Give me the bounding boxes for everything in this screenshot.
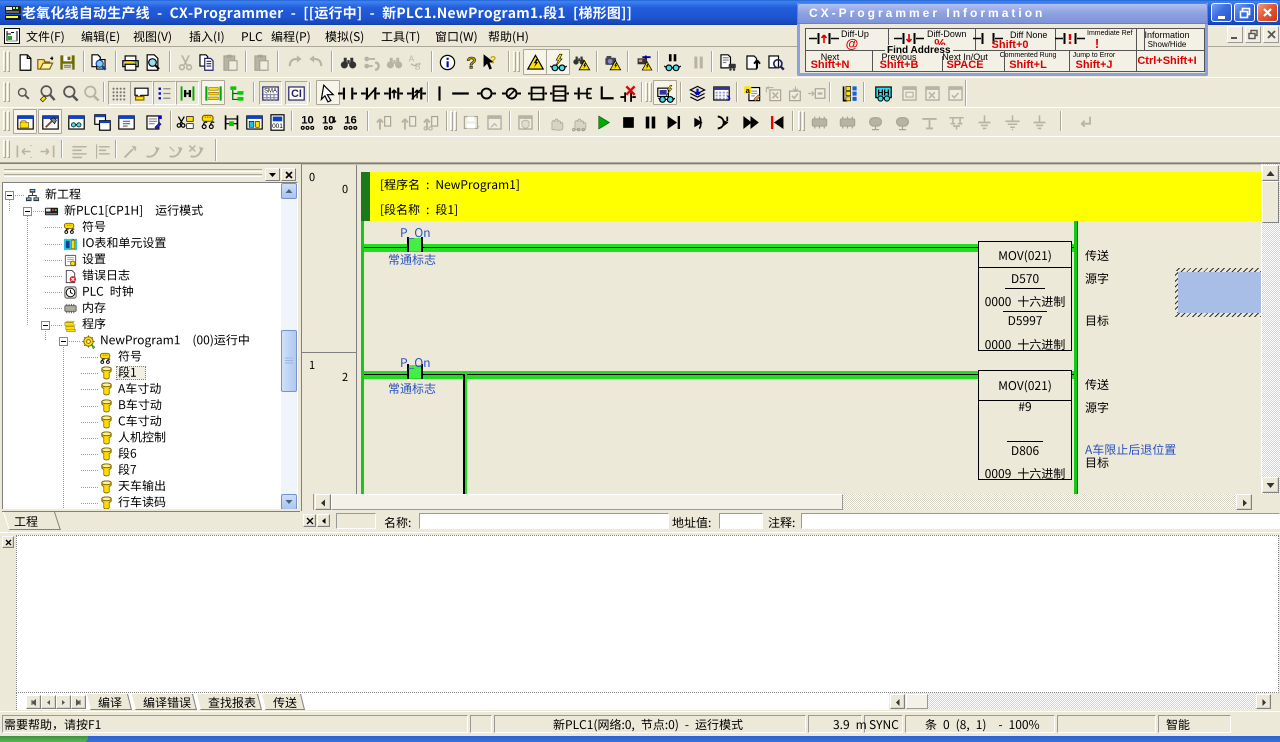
svg-text:A: A bbox=[409, 53, 415, 63]
svg-text:CI: CI bbox=[291, 88, 302, 100]
svg-text:16: 16 bbox=[344, 115, 357, 127]
svg-text:SMA: SMA bbox=[264, 88, 277, 94]
svg-text:?: ? bbox=[490, 55, 497, 67]
svg-text:10: 10 bbox=[301, 115, 314, 127]
svg-text:001: 001 bbox=[272, 123, 283, 130]
svg-text:a: a bbox=[746, 86, 751, 95]
svg-text:?: ? bbox=[466, 53, 476, 72]
